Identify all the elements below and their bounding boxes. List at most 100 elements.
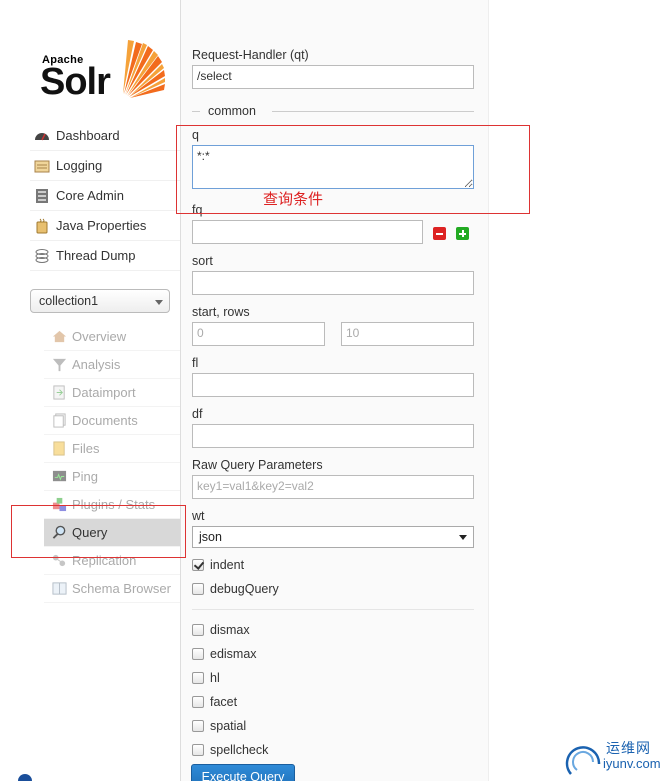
core-nav-item-documents[interactable]: Documents: [44, 407, 180, 435]
nav-label: Logging: [56, 158, 103, 173]
core-nav: Overview Analysis Dataimport Documents F…: [44, 323, 180, 603]
checkbox-icon: [192, 583, 204, 595]
chevron-down-icon: [155, 300, 163, 305]
sidebar: Apache Solr Dashboard Logging Core Admin…: [0, 0, 180, 781]
checkbox-icon: [192, 624, 204, 636]
common-legend: common: [192, 104, 474, 118]
core-nav-item-dataimport[interactable]: Dataimport: [44, 379, 180, 407]
dashboard-icon: [35, 132, 49, 140]
nav-label: Replication: [72, 553, 137, 568]
df-input[interactable]: [192, 424, 474, 448]
core-selector[interactable]: collection1: [30, 289, 170, 313]
nav-item-logging[interactable]: Logging: [30, 151, 180, 181]
nav-label: Dataimport: [72, 385, 136, 400]
common-legend-text: common: [208, 104, 256, 118]
start-rows-label: start, rows: [192, 305, 250, 319]
folder-icon: [53, 441, 65, 456]
core-nav-item-query[interactable]: Query: [44, 519, 180, 547]
raw-query-input[interactable]: key1=val1&key2=val2: [192, 475, 474, 499]
nav-label: Files: [72, 441, 100, 456]
checkbox-label: facet: [210, 695, 238, 709]
watermark-line1: 运维网: [606, 741, 651, 757]
dismax-checkbox[interactable]: dismax: [192, 623, 250, 637]
rows-input[interactable]: 10: [341, 322, 474, 346]
checkbox-label: spellcheck: [210, 743, 269, 757]
wt-label: wt: [192, 509, 205, 523]
add-fq-button[interactable]: [456, 227, 469, 240]
core-nav-item-plugins-stats[interactable]: Plugins / Stats: [44, 491, 180, 519]
fl-input[interactable]: [192, 373, 474, 397]
checkbox-label: indent: [210, 558, 245, 572]
chevron-down-icon: [459, 535, 467, 540]
solr-sun-icon: [123, 40, 165, 98]
nav-label: Documents: [72, 413, 138, 428]
logo-solr-text: Solr: [40, 61, 111, 103]
edismax-checkbox[interactable]: edismax: [192, 647, 257, 661]
nav-item-dashboard[interactable]: Dashboard: [30, 121, 180, 151]
spatial-checkbox[interactable]: spatial: [192, 719, 246, 733]
core-nav-item-replication[interactable]: Replication: [44, 547, 180, 575]
watermark: 运维网 iyunv.com: [565, 730, 670, 781]
core-selector-value: collection1: [39, 294, 99, 308]
minus-icon: [436, 232, 443, 235]
remove-fq-button[interactable]: [433, 227, 446, 240]
checkbox-icon: [192, 720, 204, 732]
sort-label: sort: [192, 254, 213, 268]
corner-dot: [18, 774, 32, 781]
logging-icon: [34, 160, 50, 172]
facet-checkbox[interactable]: facet: [192, 695, 237, 709]
plugins-icon: [52, 497, 67, 512]
documents-icon: [53, 413, 66, 428]
schema-browser-icon: [52, 582, 67, 595]
start-input[interactable]: 0: [192, 322, 325, 346]
q-input[interactable]: *:*: [192, 145, 474, 189]
request-handler-input[interactable]: /select: [192, 65, 474, 89]
wt-select-value: json: [199, 530, 222, 544]
form-separator: [192, 609, 474, 610]
main-nav: Dashboard Logging Core Admin Java Proper…: [30, 121, 180, 271]
nav-label: Core Admin: [56, 188, 124, 203]
fq-label: fq: [192, 203, 203, 217]
request-handler-label: Request-Handler (qt): [192, 48, 309, 62]
spellcheck-checkbox[interactable]: spellcheck: [192, 743, 268, 757]
core-nav-item-schema-browser[interactable]: Schema Browser: [44, 575, 180, 603]
debugquery-checkbox[interactable]: debugQuery: [192, 582, 279, 596]
replication-icon: [52, 554, 66, 567]
checkbox-icon: [192, 696, 204, 708]
checkbox-label: debugQuery: [210, 582, 279, 596]
q-label: q: [192, 128, 199, 142]
checkbox-label: hl: [210, 671, 220, 685]
raw-query-label: Raw Query Parameters: [192, 458, 323, 472]
checkbox-label: edismax: [210, 647, 257, 661]
nav-item-core-admin[interactable]: Core Admin: [30, 181, 180, 211]
wt-select[interactable]: json: [192, 526, 474, 548]
nav-label: Thread Dump: [56, 248, 136, 263]
nav-item-java-properties[interactable]: Java Properties: [30, 211, 180, 241]
annotation-text: 查询条件: [263, 190, 324, 208]
hl-checkbox[interactable]: hl: [192, 671, 220, 685]
nav-label: Plugins / Stats: [72, 497, 156, 512]
java-properties-icon: [36, 218, 48, 233]
core-nav-item-ping[interactable]: Ping: [44, 463, 180, 491]
sort-input[interactable]: [192, 271, 474, 295]
dataimport-icon: [53, 385, 65, 400]
nav-label: Java Properties: [56, 218, 147, 233]
nav-label: Schema Browser: [72, 581, 171, 596]
indent-checkbox[interactable]: indent: [192, 558, 244, 572]
core-nav-item-analysis[interactable]: Analysis: [44, 351, 180, 379]
core-nav-item-files[interactable]: Files: [44, 435, 180, 463]
df-label: df: [192, 407, 203, 421]
nav-label: Ping: [72, 469, 99, 484]
nav-item-thread-dump[interactable]: Thread Dump: [30, 241, 180, 271]
fl-label: fl: [192, 356, 199, 370]
nav-label: Analysis: [72, 357, 121, 372]
watermark-logo-icon: [565, 746, 601, 775]
solr-logo[interactable]: Apache Solr: [40, 36, 165, 104]
core-nav-item-overview[interactable]: Overview: [44, 323, 180, 351]
core-admin-icon: [36, 188, 48, 203]
execute-query-button[interactable]: Execute Query: [191, 764, 295, 781]
funnel-icon: [52, 358, 67, 372]
fq-input[interactable]: [192, 220, 423, 244]
nav-label: Dashboard: [56, 128, 120, 143]
checkbox-label: spatial: [210, 719, 247, 733]
